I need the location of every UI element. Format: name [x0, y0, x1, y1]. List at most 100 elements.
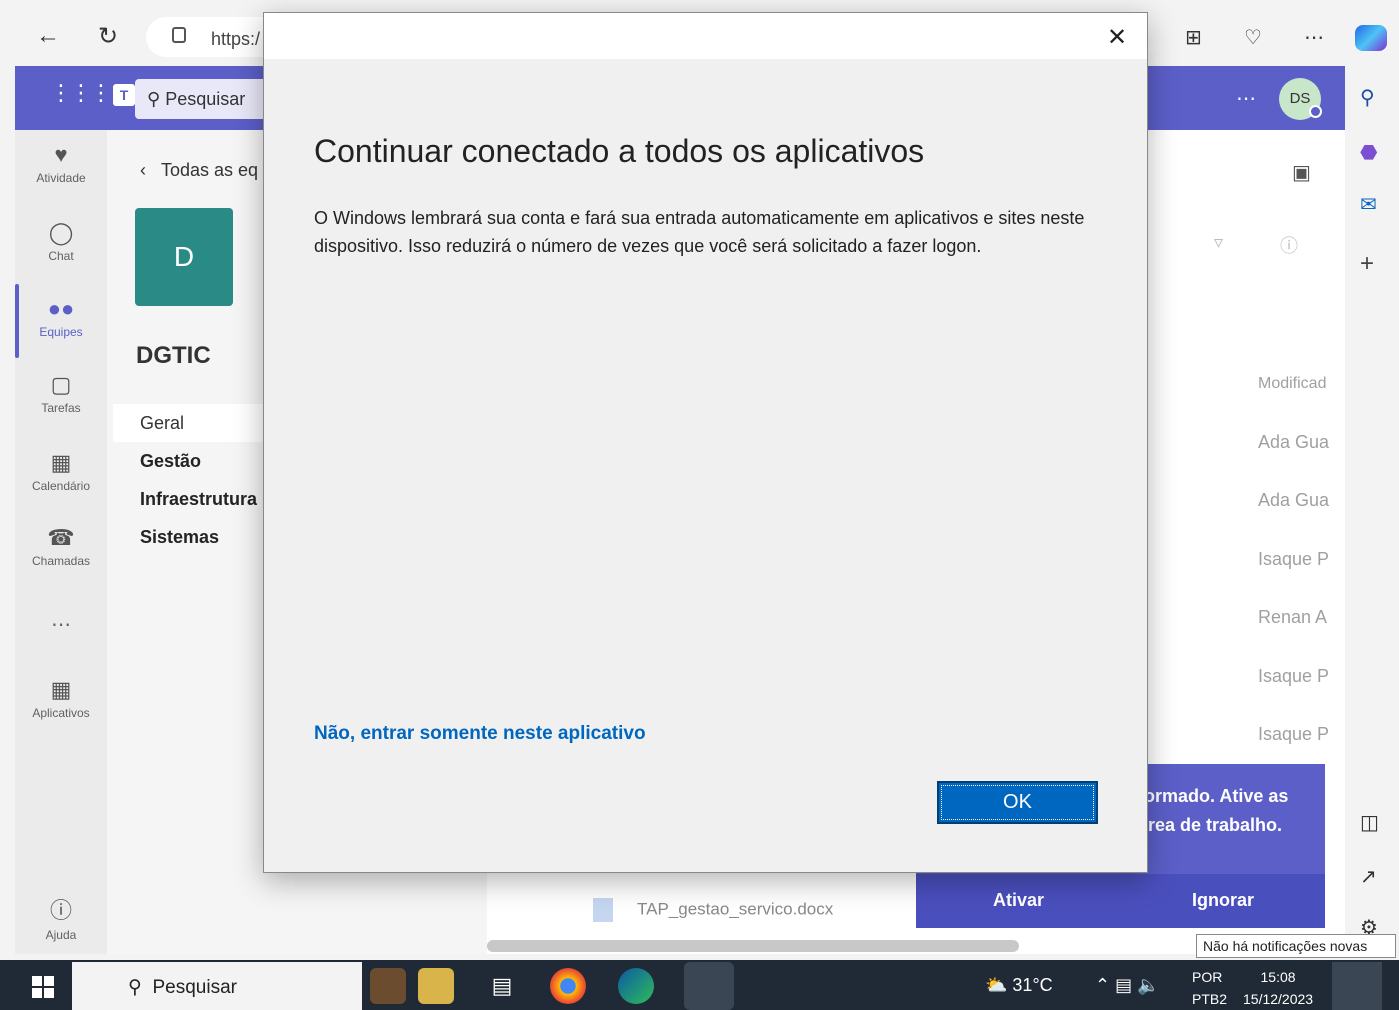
dialog-titlebar: [264, 13, 1147, 59]
rail-label: Aplicativos: [32, 706, 90, 720]
chat-icon: ◯: [48, 220, 74, 245]
date: 15/12/2023: [1243, 991, 1314, 1007]
teams-logo-icon: T: [113, 84, 135, 106]
dialog-heading: Continuar conectado a todos os aplicativ…: [314, 133, 925, 169]
more-options-icon[interactable]: ⋯: [1304, 25, 1324, 50]
word-doc-icon: [593, 898, 613, 922]
external-link-icon[interactable]: ↗: [1360, 864, 1377, 889]
rail-item-apps[interactable]: ▦ Aplicativos: [15, 677, 107, 720]
rail-item-calendar[interactable]: ▦ Calendário: [15, 450, 107, 493]
back-to-all-teams[interactable]: ‹ Todas as eq: [140, 160, 258, 181]
rail-more-icon[interactable]: ⋯: [15, 612, 107, 637]
temperature: 31°C: [1012, 975, 1053, 995]
lang-line: PTB2: [1192, 991, 1228, 1007]
taskbar-search-label[interactable]: ⚲ Pesquisar: [128, 976, 237, 999]
url-text[interactable]: https:/: [211, 29, 260, 50]
start-pane: [44, 988, 54, 998]
teams-icon: ●●: [47, 296, 75, 321]
stay-signed-in-dialog: ✕ Continuar conectado a todos os aplicat…: [263, 12, 1148, 873]
time: 15:08: [1260, 969, 1296, 985]
lang-line: POR: [1192, 969, 1223, 985]
team-name: DGTIC: [136, 342, 211, 369]
rail-label: Chat: [48, 249, 74, 263]
teams-search-input[interactable]: ⚲ Pesquisar: [135, 79, 275, 119]
performance-icon[interactable]: ♡: [1244, 25, 1262, 50]
rail-item-help[interactable]: ⓘ Ajuda: [15, 893, 107, 942]
search-label: Pesquisar: [152, 977, 237, 998]
chrome-icon[interactable]: [550, 968, 586, 1004]
author-cell: Isaque P: [1258, 666, 1330, 686]
file-explorer-icon[interactable]: [684, 962, 734, 1010]
office-icon[interactable]: ⬣: [1360, 140, 1377, 165]
calendar-icon: ▦: [50, 450, 72, 475]
info-icon[interactable]: ⓘ: [1280, 232, 1298, 258]
add-icon[interactable]: +: [1360, 250, 1374, 278]
start-pane: [32, 976, 42, 986]
task-view-icon[interactable]: ▤: [484, 968, 520, 1004]
app-launcher-icon[interactable]: ⋮⋮⋮: [50, 80, 112, 106]
header-more-icon[interactable]: ⋯: [1236, 86, 1256, 111]
rail-item-teams[interactable]: ●● Equipes: [15, 296, 107, 339]
modified-column-header[interactable]: Modificad: [1258, 375, 1326, 393]
help-icon: ⓘ: [49, 898, 72, 923]
horizontal-scrollbar[interactable]: [487, 940, 1019, 952]
rail-label: Chamadas: [31, 554, 91, 568]
search-placeholder: Pesquisar: [165, 89, 246, 109]
dialog-body: O Windows lembrará sua conta e fará sua …: [314, 208, 1085, 256]
notification-tooltip: Não há notificações novas: [1196, 934, 1396, 958]
rail-item-tasks[interactable]: ▢ Tarefas: [15, 372, 107, 415]
file-row[interactable]: TAP_gestao_servico.docx: [593, 898, 833, 922]
sidebar-toggle-icon[interactable]: ◫: [1360, 810, 1379, 835]
bell-icon: ♥: [54, 142, 68, 167]
copilot-icon[interactable]: [1355, 25, 1387, 51]
activate-button[interactable]: Ativar: [993, 890, 1044, 911]
author-cell: Isaque P: [1258, 724, 1330, 744]
photos-icon[interactable]: [418, 968, 454, 1004]
activation-message: formado. Ative as área de trabalho.: [1138, 782, 1288, 840]
outlook-icon[interactable]: ✉: [1360, 192, 1377, 217]
team-avatar: D: [135, 208, 233, 306]
search-icon[interactable]: ⚲: [1360, 85, 1375, 110]
tab-actions-icon[interactable]: ⊞: [1185, 25, 1202, 50]
author-cell: Renan A: [1258, 607, 1328, 627]
clock[interactable]: 15:08 15/12/2023: [1243, 966, 1313, 1010]
author-cell: Ada Gua: [1258, 490, 1330, 510]
ignore-button[interactable]: Ignorar: [1192, 890, 1254, 911]
back-arrow-icon[interactable]: ←: [36, 22, 60, 50]
phone-icon: ☎: [47, 525, 75, 550]
presence-status-icon: [1309, 105, 1322, 118]
windows-start-icon[interactable]: [32, 976, 54, 998]
tasks-icon: ▢: [50, 372, 72, 397]
author-cell: Isaque P: [1258, 549, 1330, 569]
rail-label: Atividade: [36, 171, 86, 185]
rail-label: Ajuda: [45, 928, 77, 942]
system-tray-icons[interactable]: ⌃ ▤ 🔈: [1095, 975, 1160, 996]
filter-icon[interactable]: ▿: [1214, 232, 1223, 253]
language-indicator[interactable]: POR PTB2: [1192, 966, 1227, 1010]
back-label: Todas as eq: [161, 160, 259, 180]
activation-actions: [916, 874, 1325, 928]
weather-widget[interactable]: ⛅ 31°C: [985, 975, 1053, 996]
activation-line: área de trabalho.: [1138, 815, 1283, 835]
file-name[interactable]: TAP_gestao_servico.docx: [637, 899, 833, 918]
apps-icon: ▦: [50, 677, 72, 702]
ok-button[interactable]: OK: [937, 781, 1098, 824]
start-pane: [32, 988, 42, 998]
rail-label: Equipes: [39, 325, 83, 339]
edge-icon[interactable]: [618, 968, 654, 1004]
sign-in-this-app-only-link[interactable]: Não, entrar somente neste aplicativo: [314, 723, 646, 745]
close-icon[interactable]: ✕: [1107, 23, 1127, 52]
rail-label: Calendário: [31, 479, 91, 493]
author-cell: Ada Gua: [1258, 432, 1330, 452]
activation-line: formado. Ative as: [1138, 786, 1289, 806]
rail-item-activity[interactable]: ♥ Atividade: [15, 142, 107, 185]
rail-item-chat[interactable]: ◯ Chat: [15, 220, 107, 263]
lock-icon[interactable]: [172, 27, 186, 43]
rail-label: Tarefas: [41, 401, 81, 415]
video-call-icon[interactable]: ▣: [1292, 160, 1311, 185]
refresh-icon[interactable]: ↻: [98, 22, 118, 51]
movie-maker-icon[interactable]: [370, 968, 406, 1004]
notification-center-icon[interactable]: [1332, 962, 1382, 1010]
start-pane: [44, 976, 54, 986]
rail-item-calls[interactable]: ☎ Chamadas: [15, 525, 107, 568]
